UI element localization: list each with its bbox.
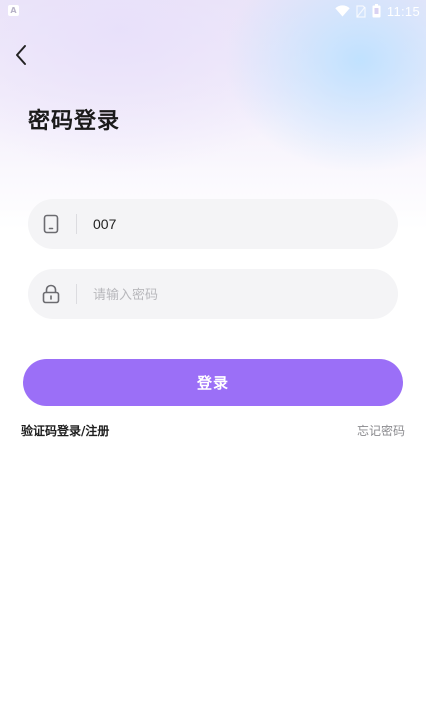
- field-divider: [76, 284, 77, 304]
- status-time: 11:15: [386, 3, 420, 19]
- password-field[interactable]: [28, 269, 398, 319]
- field-divider: [76, 214, 77, 234]
- forgot-password-link[interactable]: 忘记密码: [357, 422, 405, 439]
- status-bar: A 11:15: [0, 0, 426, 22]
- status-icons: 11:15: [335, 3, 420, 19]
- lock-icon: [40, 283, 62, 305]
- notification-app-icon: A: [8, 5, 19, 16]
- phone-icon: [40, 213, 62, 235]
- battery-icon: [372, 4, 381, 18]
- sms-login-register-link[interactable]: 验证码登录/注册: [21, 422, 109, 439]
- password-input[interactable]: [93, 286, 373, 302]
- login-button[interactable]: 登录: [23, 359, 403, 406]
- page-title: 密码登录: [28, 109, 121, 134]
- wifi-icon: [335, 5, 350, 17]
- phone-field[interactable]: [28, 199, 398, 249]
- back-button[interactable]: [8, 42, 34, 68]
- no-sim-icon: [356, 4, 366, 18]
- phone-input[interactable]: [93, 216, 373, 232]
- chevron-left-icon: [16, 45, 26, 65]
